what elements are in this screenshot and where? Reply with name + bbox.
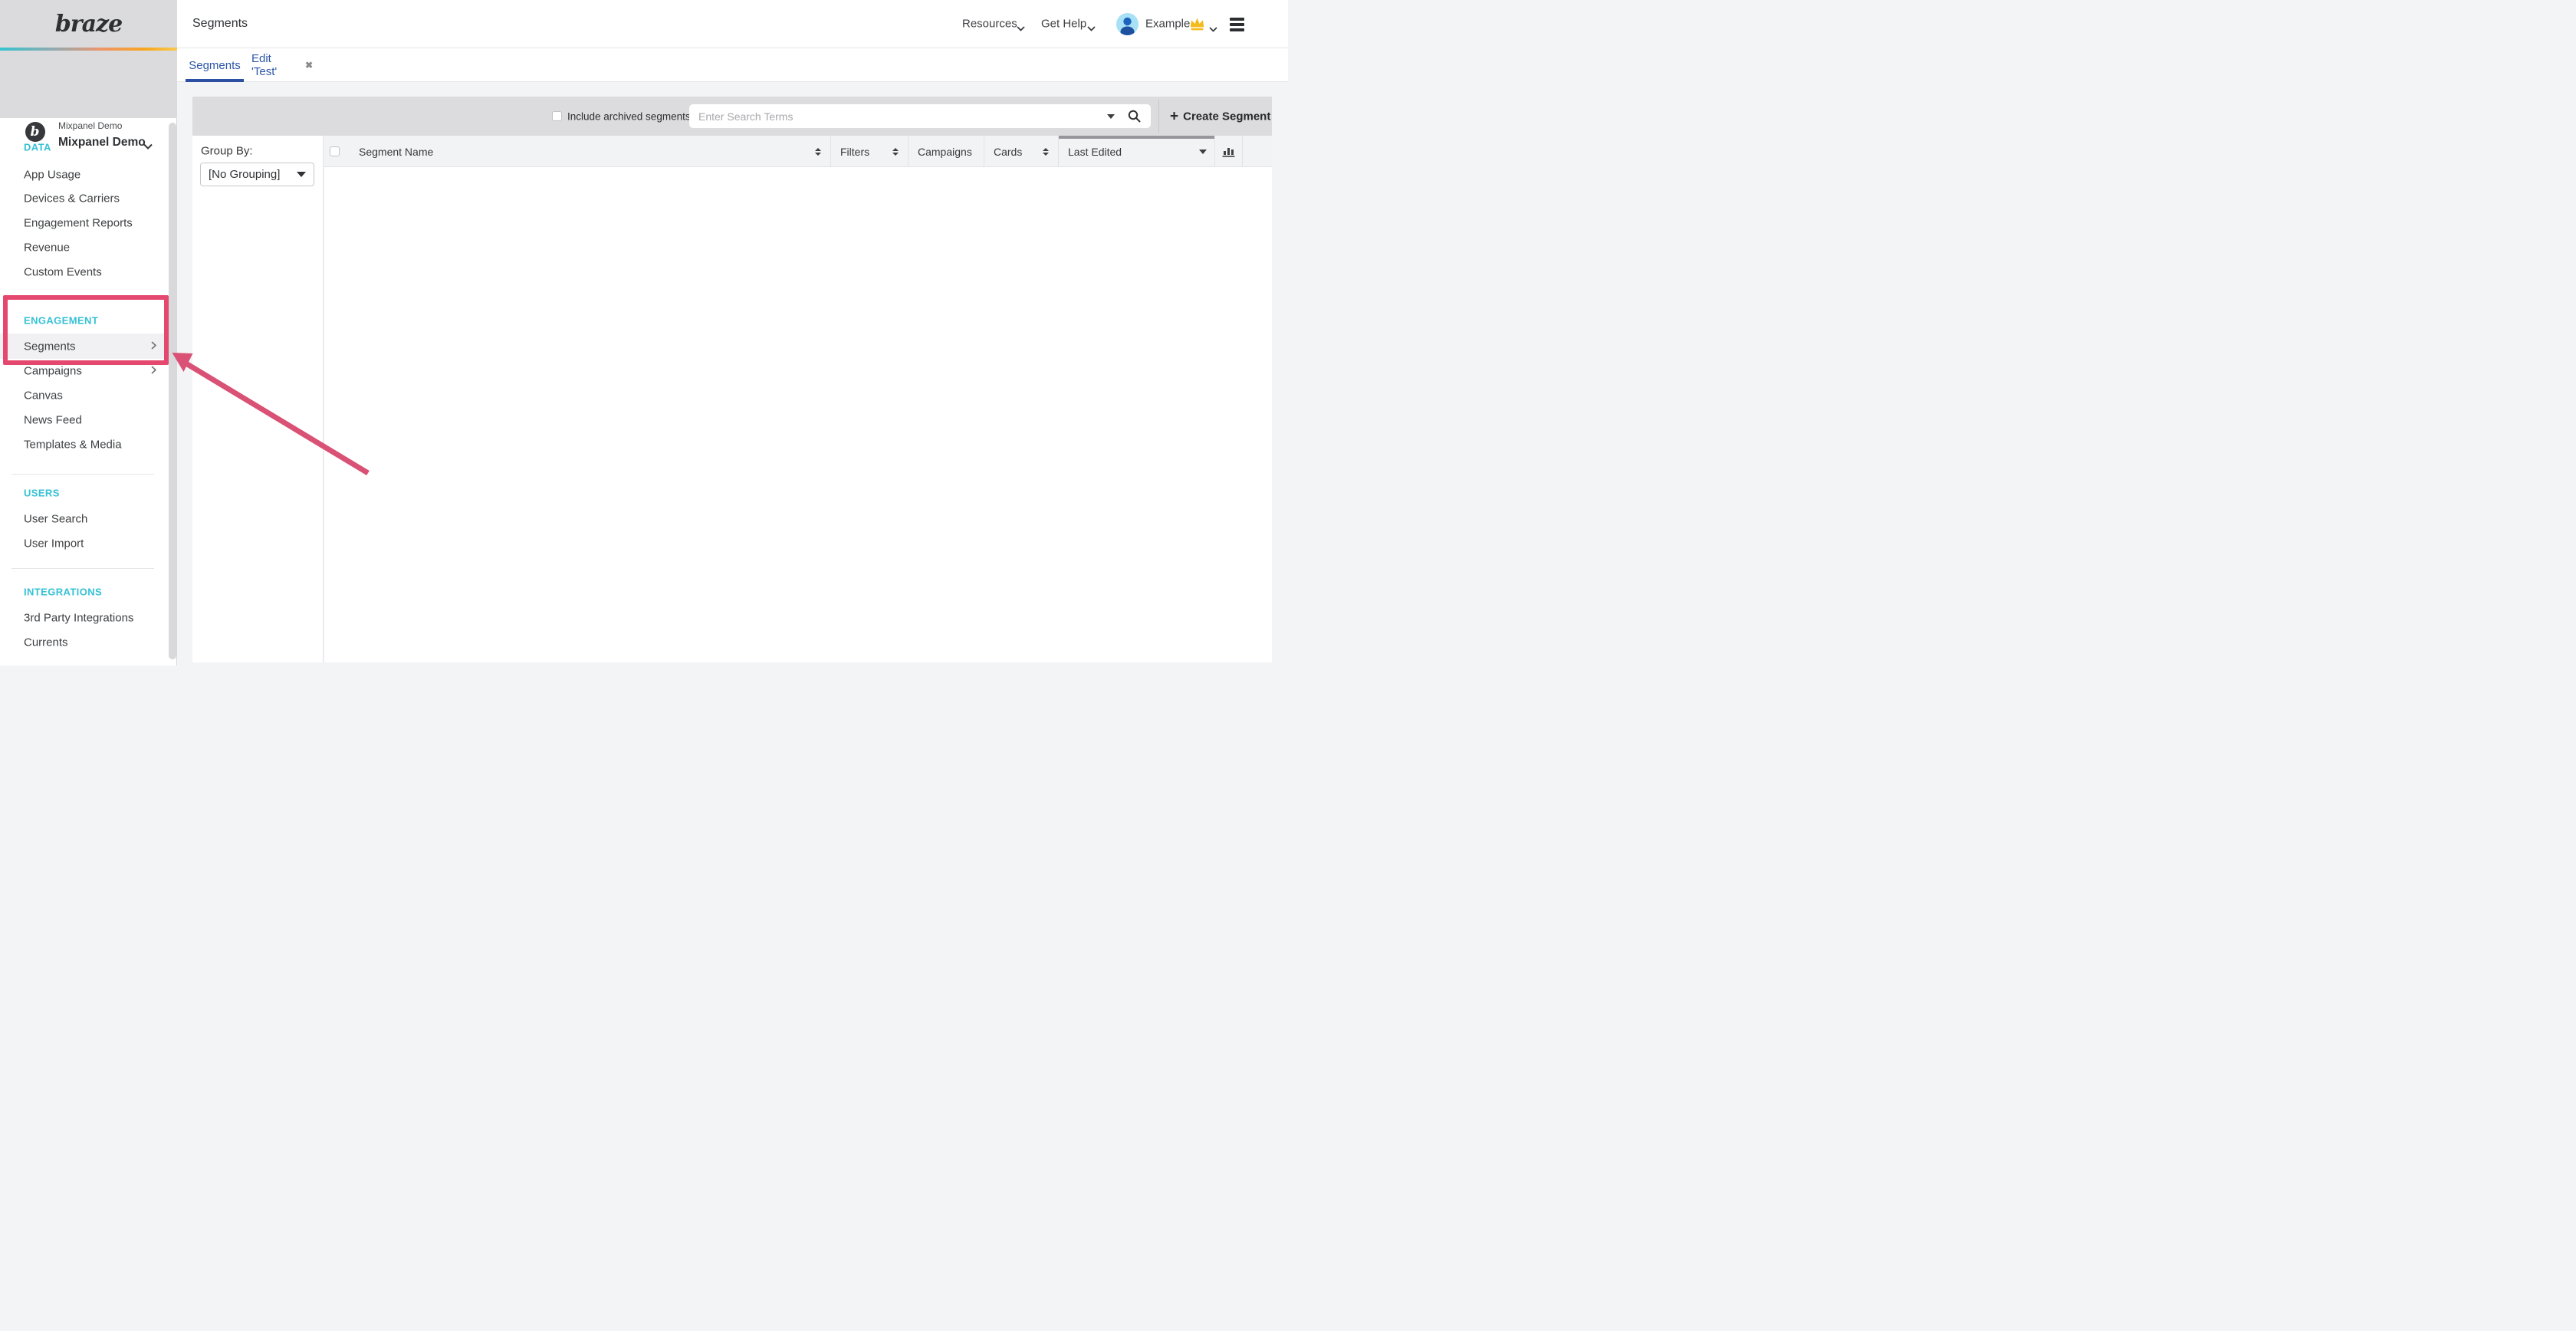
- sidebar-item-revenue[interactable]: Revenue: [24, 242, 70, 255]
- segments-table: Segment Name Filters Campaigns Cards Las: [324, 136, 1273, 662]
- search-input[interactable]: [689, 104, 1096, 128]
- segments-toolbar: Include archived segments + Create Segme…: [192, 97, 1272, 136]
- tab-segments-label: Segments: [189, 59, 241, 72]
- column-cards-label: Cards: [984, 146, 1043, 158]
- sidebar-item-canvas[interactable]: Canvas: [24, 389, 63, 403]
- column-cards[interactable]: Cards: [984, 136, 1058, 167]
- hamburger-menu-icon[interactable]: [1230, 18, 1244, 34]
- sidebar-section-engagement: ENGAGEMENT: [24, 315, 98, 327]
- sidebar-item-user-import[interactable]: User Import: [24, 537, 84, 550]
- sidebar-item-custom-events[interactable]: Custom Events: [24, 266, 102, 279]
- column-last-edited[interactable]: Last Edited: [1058, 136, 1214, 167]
- content-area: Include archived segments + Create Segme…: [177, 82, 1288, 666]
- app-group-name: Mixpanel Demo: [58, 120, 122, 131]
- chevron-right-icon: [151, 364, 156, 378]
- sidebar-item-news-feed[interactable]: News Feed: [24, 414, 82, 427]
- dropdown-caret-icon: [297, 172, 306, 177]
- search-dropdown-caret-icon[interactable]: [1107, 114, 1115, 119]
- get-help-menu[interactable]: Get Help: [1041, 18, 1086, 31]
- sidebar-section-data: DATA: [24, 142, 51, 153]
- page-title: Segments: [192, 17, 248, 31]
- brand-header: braze: [0, 0, 177, 48]
- sidebar-section-integrations: INTEGRATIONS: [24, 587, 102, 598]
- sidebar-item-engagement-reports[interactable]: Engagement Reports: [24, 217, 133, 230]
- sidebar-item-devices-carriers[interactable]: Devices & Carriers: [24, 192, 120, 205]
- sidebar-item-campaigns[interactable]: Campaigns: [24, 365, 82, 378]
- sidebar: braze b Mixpanel Demo Mixpanel Demo DATA…: [0, 0, 177, 666]
- column-spacer: [1242, 136, 1272, 167]
- bar-chart-icon: [1222, 146, 1235, 157]
- sidebar-item-user-search[interactable]: User Search: [24, 513, 87, 526]
- column-filters-label: Filters: [831, 146, 892, 158]
- tab-edit-test[interactable]: Edit 'Test' ✖: [251, 48, 313, 82]
- user-name[interactable]: Example: [1145, 18, 1190, 31]
- column-campaigns[interactable]: Campaigns: [908, 136, 984, 167]
- search-icon[interactable]: [1128, 110, 1141, 127]
- main-area: Segments Resources Get Help Example: [177, 0, 1288, 666]
- crown-icon: [1189, 17, 1205, 35]
- sidebar-scrollbar-thumb[interactable]: [169, 123, 176, 659]
- sidebar-item-segments[interactable]: Segments: [24, 340, 76, 353]
- resources-menu[interactable]: Resources: [962, 18, 1017, 31]
- active-sort-indicator: [1059, 136, 1214, 139]
- sidebar-item-3rd-party-integrations[interactable]: 3rd Party Integrations: [24, 611, 133, 624]
- group-by-label: Group By:: [201, 145, 253, 158]
- sidebar-item-templates-media[interactable]: Templates & Media: [24, 439, 122, 452]
- include-archived-checkbox[interactable]: [552, 111, 562, 121]
- chevron-right-icon: [151, 340, 156, 353]
- table-body-empty: [324, 167, 1273, 662]
- group-by-panel: Group By: [No Grouping]: [192, 136, 324, 662]
- plus-icon: +: [1170, 109, 1178, 123]
- column-filters[interactable]: Filters: [830, 136, 908, 167]
- sort-icon[interactable]: [1043, 148, 1049, 156]
- workspace-app-icon: b: [23, 120, 47, 143]
- search-box: [689, 104, 1151, 128]
- tab-bar: Segments Edit 'Test' ✖: [177, 48, 1288, 82]
- chevron-down-icon: [1017, 21, 1025, 35]
- sidebar-item-currents[interactable]: Currents: [24, 636, 68, 649]
- tab-edit-test-label: Edit 'Test': [251, 52, 299, 78]
- chevron-down-icon[interactable]: [1209, 22, 1217, 36]
- workspace-name: Mixpanel Demo: [58, 136, 146, 150]
- column-last-edited-label: Last Edited: [1059, 146, 1199, 158]
- column-campaigns-label: Campaigns: [909, 146, 984, 158]
- chevron-down-icon[interactable]: [143, 140, 153, 153]
- tab-segments[interactable]: Segments: [186, 48, 244, 82]
- sort-icon[interactable]: [815, 148, 821, 156]
- braze-logo: braze: [55, 11, 122, 38]
- column-segment-name-label: Segment Name: [350, 146, 815, 158]
- sidebar-divider: [12, 568, 154, 569]
- toolbar-divider: [1158, 100, 1159, 133]
- group-by-dropdown[interactable]: [No Grouping]: [200, 163, 314, 186]
- group-by-selected-value: [No Grouping]: [201, 168, 297, 181]
- table-header-row: Segment Name Filters Campaigns Cards Las: [324, 136, 1273, 167]
- create-segment-button[interactable]: + Create Segment: [1170, 109, 1270, 123]
- close-icon[interactable]: ✖: [305, 60, 313, 71]
- workspace-switcher[interactable]: b Mixpanel Demo Mixpanel Demo: [0, 51, 177, 118]
- sort-desc-icon[interactable]: [1199, 150, 1207, 154]
- sidebar-section-users: USERS: [24, 488, 60, 499]
- column-segment-name[interactable]: Segment Name: [350, 136, 830, 167]
- sidebar-divider: [12, 474, 154, 475]
- sidebar-item-app-usage[interactable]: App Usage: [24, 168, 80, 181]
- select-all-checkbox[interactable]: [330, 146, 340, 156]
- braze-b-icon: b: [25, 122, 45, 142]
- column-analytics[interactable]: [1214, 136, 1242, 167]
- user-avatar[interactable]: [1116, 13, 1138, 35]
- chevron-down-icon: [1087, 21, 1096, 35]
- create-segment-label: Create Segment: [1183, 110, 1270, 123]
- include-archived-label: Include archived segments: [567, 110, 691, 122]
- sort-icon[interactable]: [892, 148, 899, 156]
- top-bar: Segments Resources Get Help Example: [177, 0, 1288, 48]
- header-checkbox-cell: [324, 136, 350, 167]
